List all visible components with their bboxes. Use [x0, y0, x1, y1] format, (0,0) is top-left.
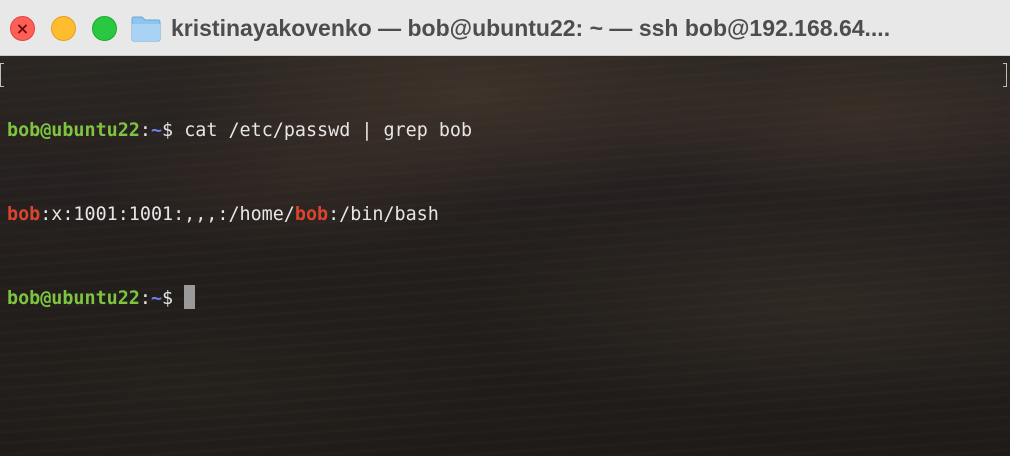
- line-mark-left: [0, 63, 4, 87]
- prompt-user-host: bob@ubuntu22: [7, 288, 140, 309]
- prompt-colon: :: [139, 288, 151, 309]
- folder-icon: [131, 16, 161, 42]
- prompt-colon: :: [139, 120, 151, 141]
- prompt-path: ~: [150, 288, 163, 309]
- terminal-window: × kristinayakovenko — bob@ubuntu22: ~ — …: [0, 0, 1010, 456]
- active-prompt-line[interactable]: bob@ubuntu22:~$: [7, 285, 997, 313]
- minimize-window-button[interactable]: [51, 16, 76, 41]
- text-cursor: [184, 285, 196, 309]
- grep-match: bob: [294, 204, 329, 225]
- prompt-symbol: $: [162, 120, 185, 141]
- command-line: bob@ubuntu22:~$ cat /etc/passwd | grep b…: [7, 117, 997, 145]
- grep-match: bob: [7, 204, 41, 225]
- line-mark-right: [1003, 63, 1007, 87]
- zoom-window-button[interactable]: [92, 16, 117, 41]
- command-text: cat /etc/passwd | grep bob: [184, 120, 473, 141]
- terminal-output: bob@ubuntu22:~$ cat /etc/passwd | grep b…: [7, 61, 997, 369]
- title-bar[interactable]: × kristinayakovenko — bob@ubuntu22: ~ — …: [0, 0, 1010, 56]
- close-icon: ×: [15, 18, 30, 38]
- window-title: kristinayakovenko — bob@ubuntu22: ~ — ss…: [171, 15, 891, 41]
- output-text: :/bin/bash: [328, 204, 439, 225]
- terminal-content[interactable]: bob@ubuntu22:~$ cat /etc/passwd | grep b…: [0, 56, 1010, 456]
- output-text: :x:1001:1001:,,,:/home/: [40, 204, 295, 225]
- prompt-user-host: bob@ubuntu22: [7, 120, 140, 141]
- output-line: bob:x:1001:1001:,,,:/home/bob:/bin/bash: [7, 201, 997, 229]
- prompt-symbol: $: [162, 288, 185, 309]
- prompt-path: ~: [150, 120, 163, 141]
- close-window-button[interactable]: ×: [10, 16, 35, 41]
